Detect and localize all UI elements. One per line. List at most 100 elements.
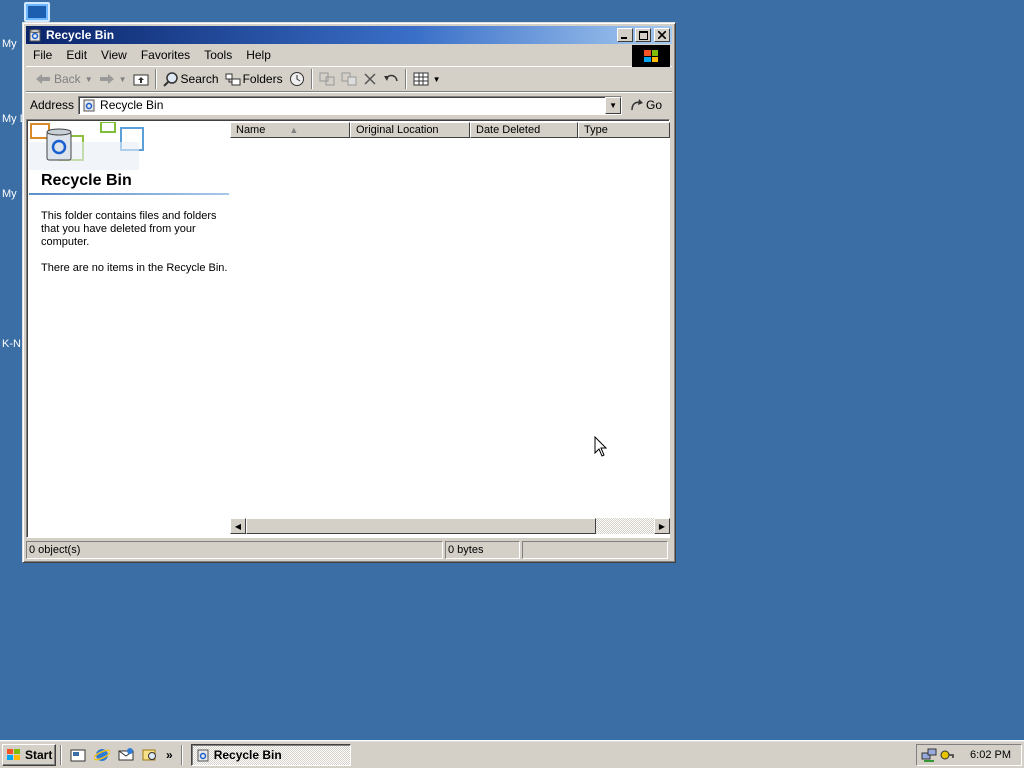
- forward-arrow-icon: [99, 74, 114, 84]
- scroll-right-button[interactable]: ▶: [654, 518, 670, 534]
- quicklaunch-chevron[interactable]: »: [166, 748, 173, 762]
- mouse-cursor-icon: [594, 436, 608, 457]
- delete-x-icon: [364, 73, 376, 85]
- chevron-down-icon: ▼: [118, 74, 127, 84]
- desktop-icon-label[interactable]: My: [2, 38, 17, 50]
- explorer-search-icon: [142, 749, 156, 760]
- menu-file[interactable]: File: [26, 48, 59, 62]
- scroll-left-button[interactable]: ◀: [230, 518, 246, 534]
- column-header-label: Name: [236, 124, 266, 136]
- horizontal-scrollbar[interactable]: ◀ ▶: [230, 518, 670, 534]
- heading-divider: [29, 193, 229, 195]
- column-header-label: Type: [584, 124, 608, 136]
- status-object-count: 0 object(s): [26, 541, 443, 559]
- column-header-date-deleted[interactable]: Date Deleted: [470, 122, 578, 138]
- folder-content: Recycle Bin This folder contains files a…: [26, 119, 670, 538]
- empty-message: There are no items in the Recycle Bin.: [41, 262, 228, 274]
- go-label: Go: [646, 98, 663, 112]
- windows-flag-icon: [7, 748, 20, 760]
- forward-button[interactable]: ▼: [96, 68, 130, 90]
- undo-icon: [383, 74, 398, 82]
- views-button[interactable]: ▼: [410, 68, 444, 90]
- back-arrow-icon: [36, 74, 50, 84]
- address-label: Address: [30, 98, 75, 112]
- status-size: 0 bytes: [445, 541, 520, 559]
- toolbar-separator: [154, 69, 157, 89]
- title-bar[interactable]: Recycle Bin: [26, 26, 672, 44]
- folders-icon: [225, 73, 241, 86]
- desktop-icon[interactable]: [24, 2, 50, 22]
- history-icon: [289, 72, 304, 86]
- desktop-icon-label[interactable]: K-N: [2, 338, 21, 350]
- column-header-original-location[interactable]: Original Location: [350, 122, 470, 138]
- toolbar-separator: [310, 69, 313, 89]
- column-header-label: Original Location: [356, 124, 439, 136]
- windows-logo: [632, 45, 670, 67]
- status-zone: [522, 541, 668, 559]
- go-arrow-icon: [631, 99, 644, 111]
- toolbar-separator: [404, 69, 407, 89]
- quicklaunch-show-desktop[interactable]: [69, 746, 87, 764]
- copy-to-button[interactable]: [338, 68, 360, 90]
- up-folder-icon: [133, 74, 149, 86]
- recycle-bin-icon: [197, 749, 209, 761]
- maximize-button[interactable]: [635, 28, 651, 42]
- history-button[interactable]: [286, 68, 308, 90]
- recycle-bin-icon: [29, 29, 41, 42]
- toolbar-grip[interactable]: [180, 744, 183, 765]
- volume-key-icon[interactable]: [940, 748, 954, 762]
- address-field[interactable]: Recycle Bin ▼: [78, 95, 623, 115]
- quicklaunch-internet-explorer[interactable]: [93, 746, 111, 764]
- delete-button[interactable]: [360, 68, 380, 90]
- menu-view[interactable]: View: [94, 48, 134, 62]
- back-label: Back: [54, 72, 81, 86]
- folders-label: Folders: [242, 72, 283, 86]
- folders-button[interactable]: Folders: [222, 68, 286, 90]
- menu-bar: File Edit View Favorites Tools Help: [26, 44, 672, 67]
- scroll-thumb[interactable]: [246, 518, 596, 534]
- task-label: Recycle Bin: [213, 747, 282, 762]
- maximize-icon: [638, 30, 648, 40]
- standard-toolbar: Back ▼ ▼ Search Folders ▼: [26, 66, 672, 92]
- show-desktop-icon: [70, 749, 86, 761]
- network-icon[interactable]: [921, 747, 937, 763]
- start-button[interactable]: Start: [2, 743, 56, 766]
- pane-heading: Recycle Bin: [41, 172, 132, 189]
- search-label: Search: [180, 72, 219, 86]
- move-to-icon: [319, 72, 335, 86]
- back-button[interactable]: Back ▼: [32, 68, 96, 90]
- menu-tools[interactable]: Tools: [197, 48, 239, 62]
- column-header-type[interactable]: Type: [578, 122, 670, 138]
- minimize-icon: [621, 37, 627, 39]
- chevron-down-icon: ▼: [84, 74, 93, 84]
- undo-button[interactable]: [380, 68, 402, 90]
- start-label: Start: [25, 747, 53, 762]
- taskbar-button-recycle-bin[interactable]: Recycle Bin: [190, 743, 351, 766]
- quicklaunch-explorer[interactable]: [141, 746, 159, 764]
- scroll-track[interactable]: [596, 518, 654, 534]
- file-list[interactable]: Name ▲ Original Location Date Deleted Ty…: [230, 122, 670, 534]
- go-button[interactable]: Go: [630, 98, 662, 112]
- internet-explorer-icon: [94, 748, 110, 761]
- menu-favorites[interactable]: Favorites: [134, 48, 197, 62]
- column-headers: Name ▲ Original Location Date Deleted Ty…: [230, 122, 670, 138]
- clock[interactable]: 6:02 PM: [970, 749, 1011, 761]
- desktop-icon-label[interactable]: My: [2, 188, 17, 200]
- web-view-pane: Recycle Bin This folder contains files a…: [29, 122, 229, 532]
- column-header-name[interactable]: Name ▲: [230, 122, 350, 138]
- arrow-left-icon: ◀: [234, 521, 242, 531]
- toolbar-grip[interactable]: [60, 744, 62, 765]
- minimize-button[interactable]: [617, 28, 633, 42]
- quicklaunch-outlook-express[interactable]: [117, 746, 135, 764]
- close-button[interactable]: [654, 28, 670, 42]
- move-to-button[interactable]: [316, 68, 338, 90]
- arrow-right-icon: ▶: [658, 521, 666, 531]
- menu-edit[interactable]: Edit: [59, 48, 94, 62]
- menu-help[interactable]: Help: [239, 48, 278, 62]
- address-dropdown-button[interactable]: ▼: [605, 96, 622, 114]
- search-button[interactable]: Search: [160, 68, 222, 90]
- up-button[interactable]: [130, 68, 152, 90]
- address-bar: Address Recycle Bin ▼ Go: [26, 92, 672, 117]
- search-icon: [162, 72, 178, 87]
- column-header-label: Date Deleted: [476, 124, 541, 136]
